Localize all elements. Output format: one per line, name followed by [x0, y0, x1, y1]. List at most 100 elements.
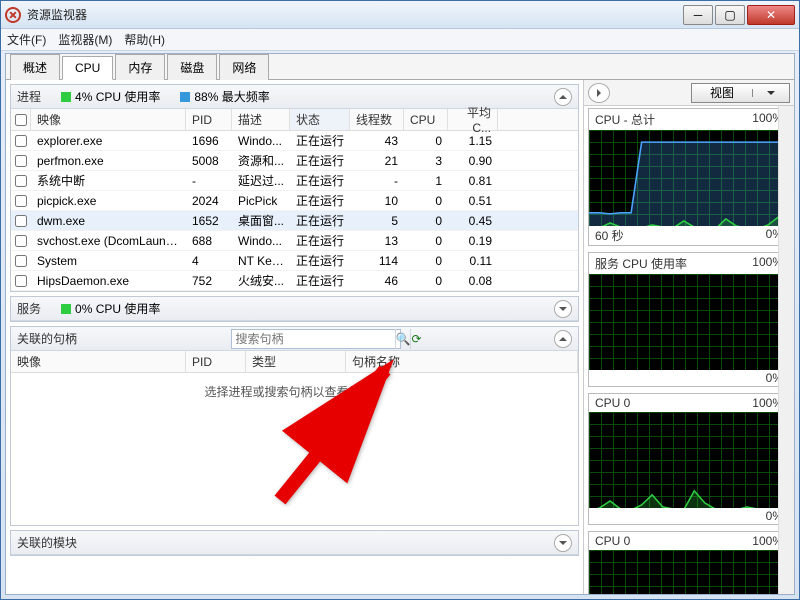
tab-overview[interactable]: 概述: [10, 54, 60, 80]
tab-disk[interactable]: 磁盘: [167, 54, 217, 80]
expand-modules-icon[interactable]: [554, 534, 572, 552]
processes-header[interactable]: 进程 4% CPU 使用率 88% 最大频率: [11, 85, 578, 109]
menu-monitor[interactable]: 监视器(M): [58, 31, 112, 48]
process-row[interactable]: System4NT Ker...正在运行11400.11: [11, 251, 578, 271]
tab-memory[interactable]: 内存: [115, 54, 165, 80]
cell-avg: 0.08: [448, 274, 498, 288]
tab-cpu[interactable]: CPU: [62, 56, 113, 80]
row-checkbox[interactable]: [11, 135, 31, 147]
process-row[interactable]: perfmon.exe5008资源和...正在运行2130.90: [11, 151, 578, 171]
cell-pid: 5008: [186, 154, 232, 168]
graph-title: 服务 CPU 使用率: [595, 255, 687, 272]
process-row[interactable]: explorer.exe1696Windo...正在运行4301.15: [11, 131, 578, 151]
cell-cpu: 1: [404, 174, 448, 188]
cell-image: explorer.exe: [31, 134, 186, 148]
menu-file[interactable]: 文件(F): [7, 31, 46, 48]
cell-desc: 延迟过...: [232, 172, 290, 189]
menu-help[interactable]: 帮助(H): [124, 31, 165, 48]
cell-desc: 资源和...: [232, 152, 290, 169]
handles-header[interactable]: 关联的句柄 🔍 ⟳: [11, 327, 578, 351]
graph-title: CPU 0: [595, 396, 630, 410]
cell-pid: 2024: [186, 194, 232, 208]
cell-cpu: 0: [404, 254, 448, 268]
services-header[interactable]: 服务 0% CPU 使用率: [11, 297, 578, 321]
graph-service: 服务 CPU 使用率100%0%: [588, 252, 790, 387]
collapse-handles-icon[interactable]: [554, 330, 572, 348]
hcol-image[interactable]: 映像: [11, 351, 186, 372]
cell-image: perfmon.exe: [31, 154, 186, 168]
window-title: 资源监视器: [27, 6, 681, 23]
cell-threads: 13: [350, 234, 404, 248]
col-image[interactable]: 映像: [31, 109, 186, 130]
row-checkbox[interactable]: [11, 275, 31, 287]
row-checkbox[interactable]: [11, 255, 31, 267]
minimize-button[interactable]: ─: [683, 5, 713, 25]
cell-cpu: 0: [404, 214, 448, 228]
cell-image: System: [31, 254, 186, 268]
graph-cpu0: CPU 0100%0%: [588, 393, 790, 525]
cell-threads: 114: [350, 254, 404, 268]
menubar: 文件(F) 监视器(M) 帮助(H): [1, 29, 799, 51]
process-rows: explorer.exe1696Windo...正在运行4301.15perfm…: [11, 131, 578, 291]
refresh-icon[interactable]: ⟳: [410, 329, 421, 349]
process-row[interactable]: HipsDaemon.exe752火绒安...正在运行4600.08: [11, 271, 578, 291]
modules-header[interactable]: 关联的模块: [11, 531, 578, 555]
cell-cpu: 3: [404, 154, 448, 168]
cell-avg: 0.19: [448, 234, 498, 248]
search-input[interactable]: [232, 332, 395, 346]
cell-pid: 1696: [186, 134, 232, 148]
tab-strip: 概述 CPU 内存 磁盘 网络: [6, 54, 794, 80]
hcol-pid[interactable]: PID: [186, 351, 246, 372]
col-threads[interactable]: 线程数: [350, 109, 404, 130]
process-row[interactable]: svchost.exe (DcomLaunch)688Windo...正在运行1…: [11, 231, 578, 251]
cell-avg: 0.51: [448, 194, 498, 208]
col-desc[interactable]: 描述: [232, 109, 290, 130]
cell-avg: 0.81: [448, 174, 498, 188]
process-row[interactable]: 系统中断-延迟过...正在运行-10.81: [11, 171, 578, 191]
collapse-processes-icon[interactable]: [554, 88, 572, 106]
row-checkbox[interactable]: [11, 175, 31, 187]
cell-pid: 1652: [186, 214, 232, 228]
close-button[interactable]: ✕: [747, 5, 795, 25]
cell-threads: 10: [350, 194, 404, 208]
col-avg[interactable]: 平均 C...: [448, 109, 498, 130]
row-checkbox[interactable]: [11, 235, 31, 247]
col-cpu[interactable]: CPU: [404, 109, 448, 130]
cell-threads: 21: [350, 154, 404, 168]
titlebar[interactable]: 资源监视器 ─ ▢ ✕: [1, 1, 799, 29]
cell-avg: 0.45: [448, 214, 498, 228]
cell-status: 正在运行: [290, 272, 350, 289]
max-freq-stat: 88% 最大频率: [180, 88, 269, 105]
app-icon: [5, 7, 21, 23]
cell-avg: 0.11: [448, 254, 498, 268]
col-status[interactable]: 状态: [290, 109, 350, 130]
cell-status: 正在运行: [290, 132, 350, 149]
process-row[interactable]: picpick.exe2024PicPick正在运行1000.51: [11, 191, 578, 211]
cell-threads: 43: [350, 134, 404, 148]
row-checkbox[interactable]: [11, 215, 31, 227]
view-dropdown[interactable]: 视图: [691, 83, 790, 103]
nav-forward-icon[interactable]: [588, 83, 610, 103]
expand-services-icon[interactable]: [554, 300, 572, 318]
search-icon[interactable]: 🔍: [395, 329, 411, 349]
tab-network[interactable]: 网络: [219, 54, 269, 80]
cell-desc: Windo...: [232, 134, 290, 148]
right-pane: 视图 CPU - 总计100%60 秒0%服务 CPU 使用率100%0%CPU…: [584, 80, 794, 594]
cell-desc: NT Ker...: [232, 254, 290, 268]
graph-footer-left: 60 秒: [595, 227, 624, 244]
cell-status: 正在运行: [290, 232, 350, 249]
cell-image: picpick.exe: [31, 194, 186, 208]
col-pid[interactable]: PID: [186, 109, 232, 130]
cell-image: HipsDaemon.exe: [31, 274, 186, 288]
cell-cpu: 0: [404, 274, 448, 288]
cell-avg: 0.90: [448, 154, 498, 168]
cell-pid: 752: [186, 274, 232, 288]
row-checkbox[interactable]: [11, 195, 31, 207]
cell-threads: 46: [350, 274, 404, 288]
graph-title: CPU - 总计: [595, 111, 655, 128]
col-checkbox[interactable]: [11, 109, 31, 130]
process-row[interactable]: dwm.exe1652桌面窗...正在运行500.45: [11, 211, 578, 231]
right-scrollbar[interactable]: [778, 106, 794, 594]
row-checkbox[interactable]: [11, 155, 31, 167]
maximize-button[interactable]: ▢: [715, 5, 745, 25]
